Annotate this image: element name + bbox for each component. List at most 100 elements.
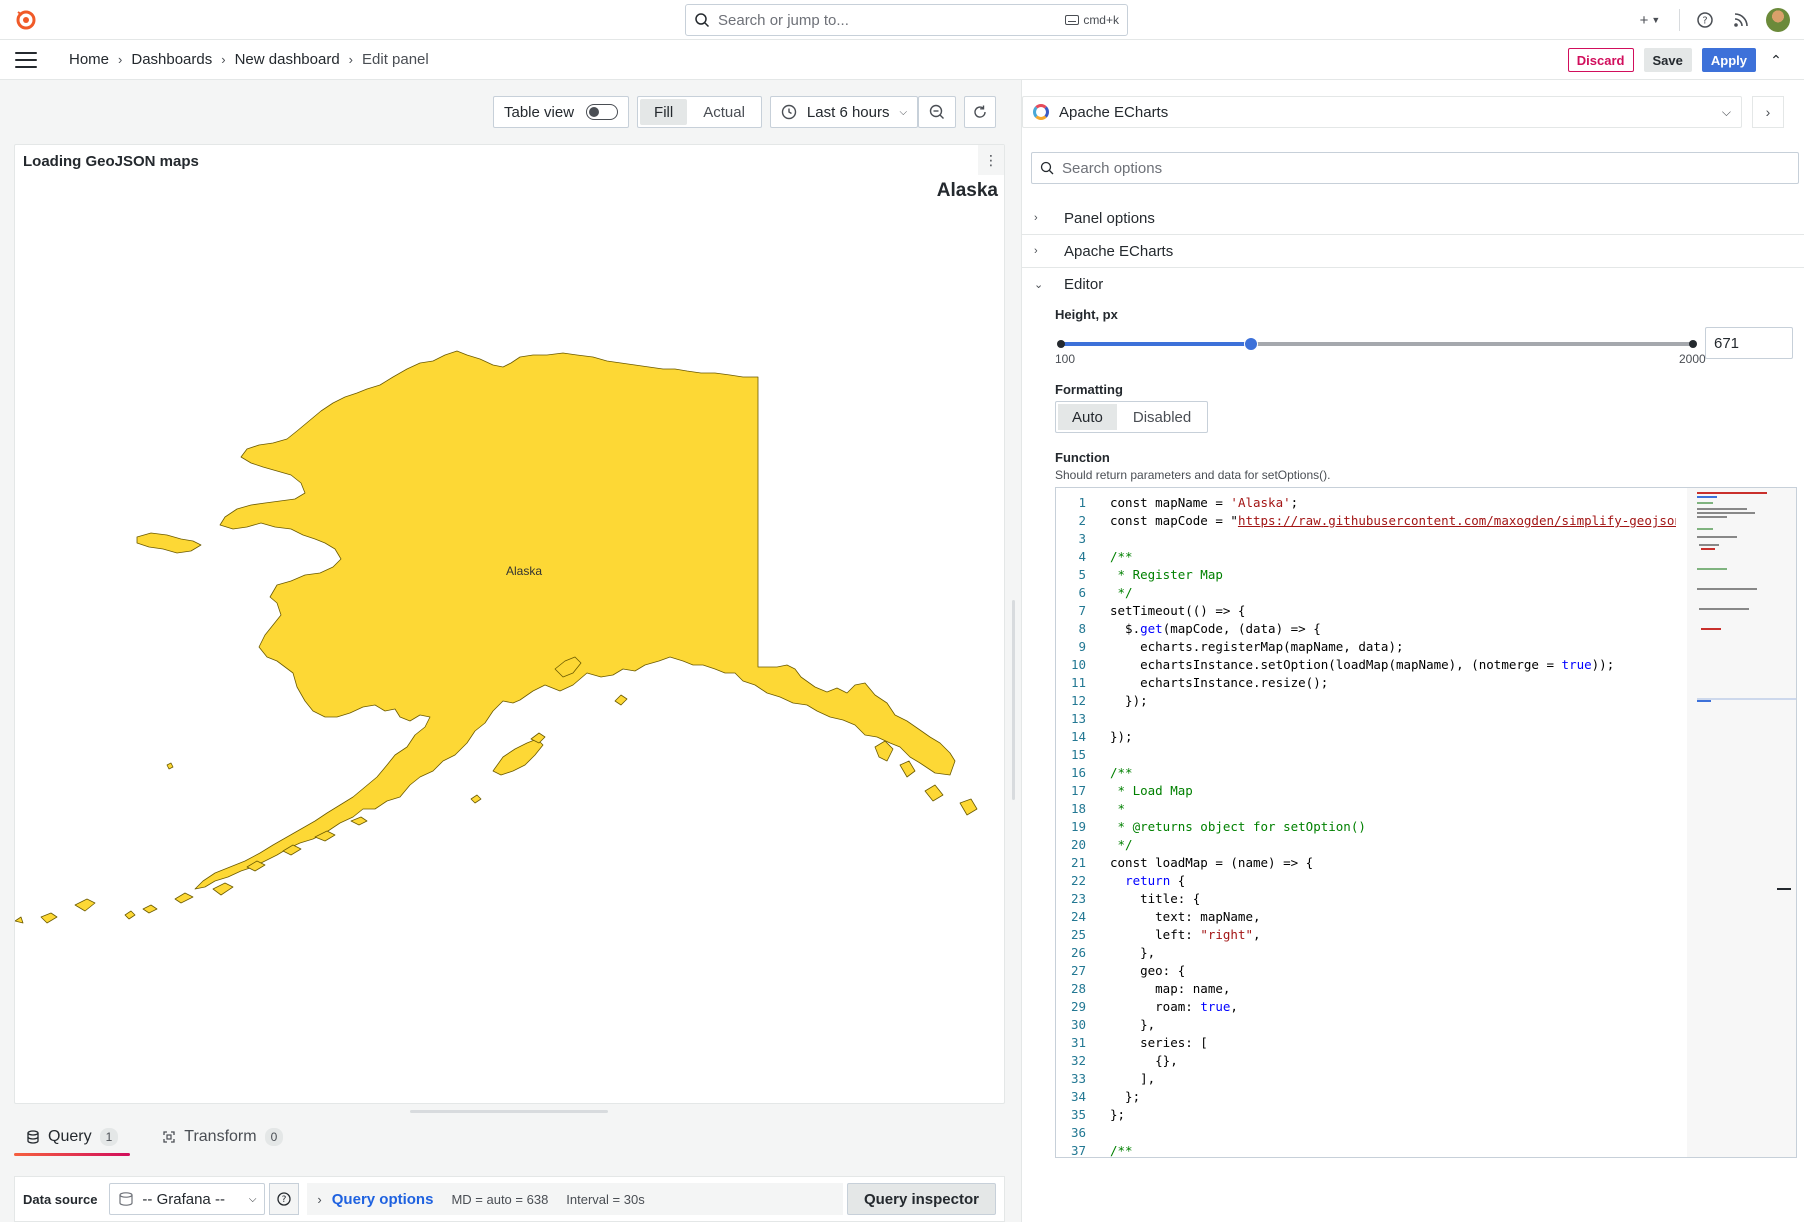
line-number: 11 (1070, 675, 1086, 690)
transform-icon (163, 1131, 175, 1143)
function-description: Should return parameters and data for se… (1055, 468, 1331, 482)
code-line[interactable]: /** (1110, 764, 1676, 782)
avatar[interactable] (1766, 8, 1790, 32)
code-line[interactable]: }, (1110, 1016, 1676, 1034)
breadcrumb-dashboards[interactable]: Dashboards (131, 51, 212, 68)
height-input[interactable]: 671 (1705, 327, 1793, 359)
zoom-out-icon (929, 104, 945, 119)
code-line[interactable]: }); (1110, 692, 1676, 710)
line-number: 23 (1070, 891, 1086, 906)
visualization-name: Apache ECharts (1059, 103, 1169, 121)
data-source-label: Data source (23, 1191, 98, 1207)
help-button[interactable]: ? (269, 1183, 300, 1215)
code-line[interactable]: return { (1110, 872, 1676, 890)
section-editor[interactable]: ⌄ Editor (1022, 268, 1804, 301)
collapse-options-button[interactable]: › (1752, 96, 1784, 128)
code-line[interactable]: /** (1110, 1142, 1676, 1157)
menu-icon[interactable] (15, 51, 37, 68)
code-line[interactable]: }; (1110, 1088, 1676, 1106)
breadcrumb-edit-panel: Edit panel (362, 51, 429, 68)
code-line[interactable]: /** (1110, 548, 1676, 566)
apply-button[interactable]: Apply (1701, 48, 1756, 72)
code-line[interactable]: roam: true, (1110, 998, 1676, 1016)
code-line[interactable]: geo: { (1110, 962, 1676, 980)
code-content[interactable]: const mapName = 'Alaska'; const mapCode =… (1110, 494, 1676, 1157)
code-line[interactable]: * Load Map (1110, 782, 1676, 800)
line-number: 5 (1078, 567, 1086, 582)
toggle-switch[interactable] (586, 104, 619, 120)
code-line[interactable]: {}, (1110, 1052, 1676, 1070)
chevron-up-icon[interactable]: ⌃ (1766, 52, 1786, 69)
data-source-select[interactable]: -- Grafana -- ⌵ (109, 1183, 266, 1215)
code-line[interactable]: text: mapName, (1110, 908, 1676, 926)
formatting-disabled[interactable]: Disabled (1119, 404, 1205, 430)
discard-button[interactable]: Discard (1567, 48, 1634, 72)
zoom-out-button[interactable] (918, 96, 957, 128)
code-line[interactable]: const loadMap = (name) => { (1110, 854, 1676, 872)
plus-icon[interactable]: + ▼ (1635, 9, 1665, 31)
code-line[interactable] (1110, 1124, 1676, 1142)
code-line[interactable]: series: [ (1110, 1034, 1676, 1052)
code-line[interactable]: setTimeout(() => { (1110, 602, 1676, 620)
code-line[interactable]: }; (1110, 1106, 1676, 1124)
code-line[interactable]: echarts.registerMap(mapName, data); (1110, 638, 1676, 656)
save-button[interactable]: Save (1643, 48, 1692, 72)
pane-resize-handle[interactable] (1012, 600, 1015, 800)
keyboard-icon (1065, 15, 1080, 25)
code-line[interactable]: echartsInstance.resize(); (1110, 674, 1676, 692)
query-inspector-button[interactable]: Query inspector (846, 1183, 996, 1215)
section-apache-echarts[interactable]: › Apache ECharts (1022, 235, 1804, 268)
code-line[interactable]: const mapCode = "https://raw.githubuserc… (1110, 512, 1676, 530)
code-line[interactable] (1110, 746, 1676, 764)
code-line[interactable]: * @returns object for setOption() (1110, 818, 1676, 836)
code-line[interactable]: */ (1110, 836, 1676, 854)
code-line[interactable]: map: name, (1110, 980, 1676, 998)
tab-transform[interactable]: Transform 0 (150, 1128, 295, 1156)
chevron-right-icon: › (221, 52, 226, 67)
code-line[interactable] (1110, 530, 1676, 548)
line-number: 10 (1070, 657, 1086, 672)
search-input[interactable]: Search or jump to... cmd+k (685, 4, 1128, 36)
query-options-link[interactable]: Query options (332, 1191, 434, 1208)
code-line[interactable]: $.get(mapCode, (data) => { (1110, 620, 1676, 638)
section-panel-options[interactable]: › Panel options (1022, 202, 1804, 235)
code-line[interactable]: left: "right", (1110, 926, 1676, 944)
options-search-input[interactable]: Search options (1031, 152, 1799, 184)
code-line[interactable] (1110, 710, 1676, 728)
line-number: 8 (1078, 621, 1086, 636)
refresh-button[interactable] (964, 96, 997, 128)
code-line[interactable]: }, (1110, 944, 1676, 962)
slider-max-label: 2000 (1679, 352, 1706, 366)
code-line[interactable]: echartsInstance.setOption(loadMap(mapNam… (1110, 656, 1676, 674)
alaska-region (15, 350, 978, 924)
actual-option[interactable]: Actual (689, 99, 759, 125)
code-line[interactable]: * (1110, 800, 1676, 818)
news-icon[interactable] (1730, 9, 1752, 31)
line-number: 36 (1070, 1125, 1086, 1140)
line-number: 33 (1070, 1071, 1086, 1086)
code-line[interactable]: const mapName = 'Alaska'; (1110, 494, 1676, 512)
code-minimap[interactable] (1687, 488, 1796, 1157)
table-view-toggle[interactable]: Table view (493, 96, 630, 128)
breadcrumb-new-dashboard[interactable]: New dashboard (235, 51, 340, 68)
fill-option[interactable]: Fill (640, 99, 688, 125)
line-number: 22 (1070, 873, 1086, 888)
panel-resize-handle[interactable] (410, 1110, 608, 1113)
code-line[interactable]: ], (1110, 1070, 1676, 1088)
breadcrumb-home[interactable]: Home (69, 51, 109, 68)
code-line[interactable]: */ (1110, 584, 1676, 602)
time-range-picker[interactable]: Last 6 hours ⌵ (769, 96, 919, 128)
line-number: 35 (1070, 1107, 1086, 1122)
help-icon[interactable]: ? (1694, 9, 1716, 31)
code-line[interactable]: }); (1110, 728, 1676, 746)
grafana-logo-icon[interactable] (14, 8, 38, 32)
code-line[interactable]: title: { (1110, 890, 1676, 908)
line-number: 18 (1070, 801, 1086, 816)
visualization-picker[interactable]: Apache ECharts ⌵ (1022, 96, 1742, 128)
height-slider-thumb[interactable] (1243, 337, 1258, 351)
alaska-map[interactable]: Alaska (15, 145, 1004, 1103)
tab-query[interactable]: Query 1 (14, 1128, 131, 1156)
code-editor[interactable]: 1 2 3 4 5 6 7 8 9 10 11 12 13 14 15 16 17 18 19 20 21 22 23 24 2… (1055, 487, 1797, 1158)
code-line[interactable]: * Register Map (1110, 566, 1676, 584)
formatting-auto[interactable]: Auto (1058, 404, 1117, 430)
